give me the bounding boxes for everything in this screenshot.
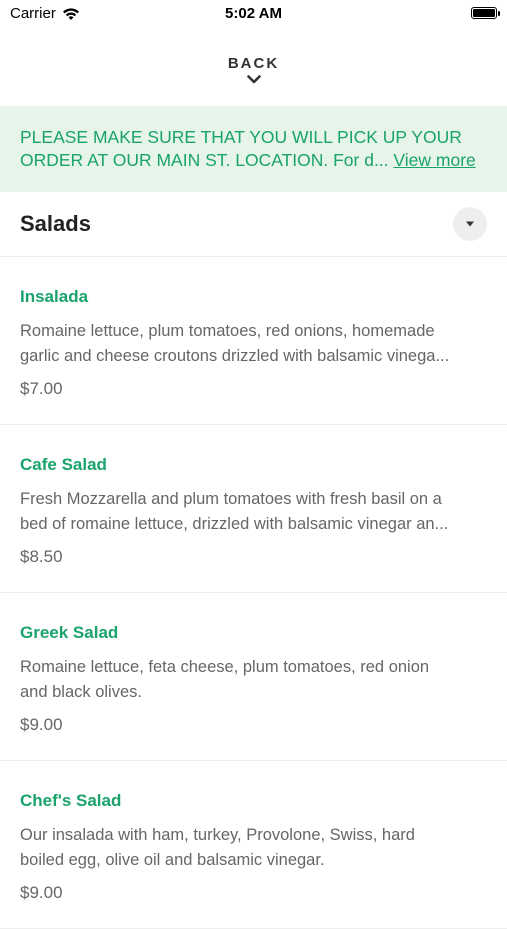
- menu-item-name: Cafe Salad: [20, 455, 107, 474]
- menu-item[interactable]: Chef's Salad Our insalada with ham, turk…: [0, 761, 507, 929]
- menu-item-name: Chef's Salad: [20, 791, 122, 810]
- section-title: Salads: [20, 211, 91, 236]
- back-label: BACK: [227, 54, 280, 72]
- menu-item-description-line2: garlic and cheese croutons drizzled with…: [20, 347, 450, 365]
- menu-item-description-line2: boiled egg, olive oil and balsamic vineg…: [20, 851, 325, 869]
- status-bar: Carrier 5:02 AM: [0, 0, 507, 28]
- section-header: Salads: [0, 192, 507, 257]
- menu-item-description: Romaine lettuce, feta cheese, plum tomat…: [20, 655, 487, 705]
- menu-item[interactable]: Cafe Salad Fresh Mozzarella and plum tom…: [0, 425, 507, 593]
- menu-item-price: $9.00: [20, 715, 63, 734]
- view-more-link[interactable]: View more: [393, 150, 475, 170]
- menu-item-description-line2: and black olives.: [20, 683, 142, 701]
- status-time: 5:02 AM: [225, 5, 282, 22]
- notice-text-line1: PLEASE MAKE SURE THAT YOU WILL PICK UP Y…: [20, 127, 462, 147]
- menu-item-name: Insalada: [20, 287, 89, 306]
- menu-item[interactable]: Greek Salad Romaine lettuce, feta cheese…: [0, 593, 507, 761]
- menu-item-price: $9.00: [20, 883, 63, 902]
- menu-item-price: $8.50: [20, 547, 63, 566]
- menu-item-description-line2: bed of romaine lettuce, drizzled with ba…: [20, 515, 449, 533]
- caret-down-icon: [466, 221, 474, 227]
- notice-text-line2: ORDER AT OUR MAIN ST. LOCATION. For d...…: [20, 149, 487, 172]
- menu-item-description: Our insalada with ham, turkey, Provolone…: [20, 823, 487, 873]
- battery-icon: [471, 7, 500, 19]
- menu-item-description-line1: Fresh Mozzarella and plum tomatoes with …: [20, 490, 442, 508]
- menu-item-price: $7.00: [20, 379, 63, 398]
- menu-item[interactable]: Insalada Romaine lettuce, plum tomatoes,…: [0, 257, 507, 425]
- section-collapse-toggle[interactable]: [453, 207, 487, 241]
- pickup-notice-banner: PLEASE MAKE SURE THAT YOU WILL PICK UP Y…: [0, 106, 507, 192]
- menu-item-description-line1: Romaine lettuce, feta cheese, plum tomat…: [20, 658, 430, 676]
- chevron-down-icon: [246, 74, 261, 83]
- menu-item-description: Romaine lettuce, plum tomatoes, red onio…: [20, 319, 487, 369]
- menu-item-description-line1: Romaine lettuce, plum tomatoes, red onio…: [20, 322, 435, 340]
- notice-text-truncated: ORDER AT OUR MAIN ST. LOCATION. For d...: [20, 150, 389, 170]
- menu-item-description-line1: Our insalada with ham, turkey, Provolone…: [20, 826, 415, 844]
- back-button[interactable]: BACK: [0, 28, 507, 106]
- menu-item-description: Fresh Mozzarella and plum tomatoes with …: [20, 487, 487, 537]
- menu-item-name: Greek Salad: [20, 623, 119, 642]
